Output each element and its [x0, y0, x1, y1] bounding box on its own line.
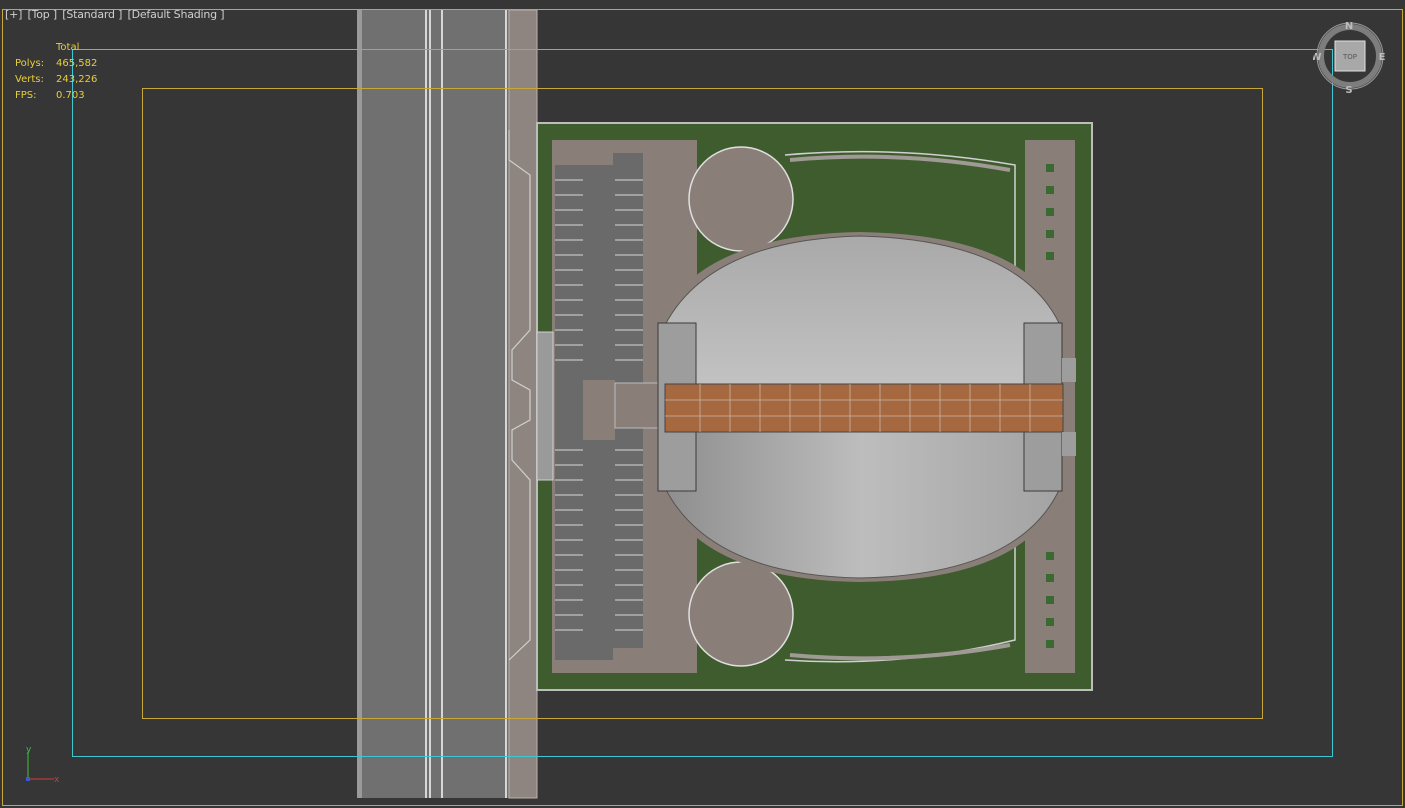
axis-x-label: x [54, 775, 60, 785]
viewport-menu-shading[interactable]: [Default Shading ] [127, 8, 224, 21]
viewport-menu-view[interactable]: [Top ] [28, 8, 58, 21]
verts-label: Verts: [15, 74, 44, 85]
compass-east: E [1379, 52, 1386, 63]
safe-frame-title [142, 88, 1263, 719]
polys-label: Polys: [15, 58, 45, 69]
fps-label: FPS: [15, 90, 37, 101]
compass-south: S [1345, 85, 1352, 94]
verts-value: 243,226 [56, 74, 98, 85]
viewport-labels: [+] [Top ] [Standard ] [Default Shading … [5, 8, 226, 21]
viewcube[interactable]: TOP N S E W [1313, 18, 1387, 94]
polys-value: 465,582 [56, 58, 98, 69]
top-viewport[interactable]: [+] [Top ] [Standard ] [Default Shading … [0, 0, 1405, 808]
viewcube-face-label: TOP [1342, 53, 1357, 61]
compass-west: W [1313, 52, 1322, 63]
compass-north: N [1345, 21, 1353, 32]
statistics-overlay: Total Polys: 465,582 Verts: 243,226 FPS: 0.… [15, 40, 97, 104]
axis-gizmo: x y [26, 745, 60, 785]
viewport-menu-plus[interactable]: [+] [5, 8, 22, 21]
axis-y-label: y [26, 745, 32, 755]
viewport-menu-standard[interactable]: [Standard ] [62, 8, 122, 21]
stats-header: Total [56, 42, 80, 53]
fps-value: 0.703 [56, 90, 85, 101]
